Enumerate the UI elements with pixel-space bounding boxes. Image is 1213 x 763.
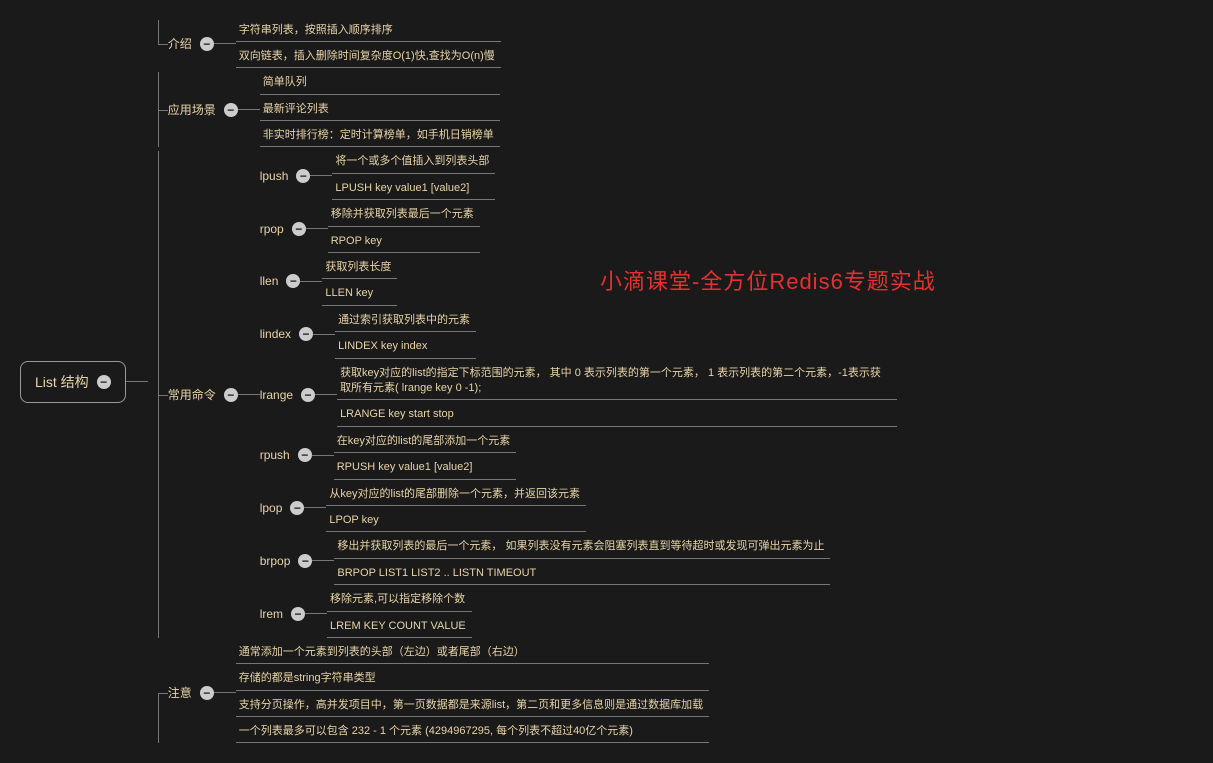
cmd-rpush: rpush 在key对应的list的尾部添加一个元素 RPUSH key val… [260, 431, 897, 480]
leaf-node: 一个列表最多可以包含 232 - 1 个元素 (4294967295, 每个列表… [236, 721, 709, 743]
mindmap-diagram: List 结构 介绍 字符串列表，按照插入顺序排序 双向链表，插入删除时间复杂度… [20, 20, 1193, 743]
leaf-node: 字符串列表，按照插入顺序排序 [236, 20, 501, 42]
leaf-node: LREM KEY COUNT VALUE [327, 616, 472, 638]
leaf-node: RPOP key [328, 231, 480, 253]
scenes-text: 应用场景 [168, 101, 216, 118]
root-label: List 结构 [35, 372, 89, 392]
collapse-icon[interactable] [200, 686, 214, 700]
cmd-lrem: lrem 移除元素,可以指定移除个数 LREM KEY COUNT VALUE [260, 589, 897, 638]
leaf-node: 移除并获取列表最后一个元素 [328, 204, 480, 226]
cmd-label[interactable]: lrem [260, 605, 305, 623]
cmd-label[interactable]: lrange [260, 386, 315, 404]
collapse-icon[interactable] [291, 607, 305, 621]
collapse-icon[interactable] [296, 169, 310, 183]
collapse-icon[interactable] [301, 388, 315, 402]
leaf-node: LLEN key [322, 283, 397, 305]
branch-commands: 常用命令 lpush 将一个或多个值插入到列表头部 LPUSH key valu… [148, 151, 897, 637]
cmd-label[interactable]: lpush [260, 167, 311, 185]
intro-text: 介绍 [168, 35, 192, 52]
leaf-node: LPOP key [326, 510, 586, 532]
branch-commands-label[interactable]: 常用命令 [168, 384, 238, 405]
branch-notes: 注意 通常添加一个元素到列表的头部（左边）或者尾部（右边） 存储的都是strin… [148, 642, 897, 744]
branch-intro: 介绍 字符串列表，按照插入顺序排序 双向链表，插入删除时间复杂度O(1)快,查找… [148, 20, 897, 69]
cmd-llen: llen 获取列表长度 LLEN key [260, 257, 897, 306]
leaf-node: 双向链表，插入删除时间复杂度O(1)快,查找为O(n)慢 [236, 46, 501, 68]
leaf-node: LINDEX key index [335, 336, 476, 358]
collapse-icon[interactable] [290, 501, 304, 515]
collapse-icon[interactable] [97, 375, 111, 389]
leaf-node: 获取列表长度 [322, 257, 397, 279]
branch-scenes: 应用场景 简单队列 最新评论列表 非实时排行榜：定时计算榜单，如手机日销榜单 [148, 72, 897, 147]
collapse-icon[interactable] [200, 37, 214, 51]
leaf-node: 非实时排行榜：定时计算榜单，如手机日销榜单 [260, 125, 500, 147]
leaf-node: 存储的都是string字符串类型 [236, 668, 709, 690]
leaf-node: LPUSH key value1 [value2] [332, 178, 495, 200]
leaf-node: BRPOP LIST1 LIST2 .. LISTN TIMEOUT [334, 563, 830, 585]
collapse-icon[interactable] [286, 274, 300, 288]
cmd-label[interactable]: lindex [260, 325, 313, 343]
collapse-icon[interactable] [298, 448, 312, 462]
cmd-lrange: lrange 获取key对应的list的指定下标范围的元素， 其中 0 表示列表… [260, 363, 897, 427]
leaf-node: 在key对应的list的尾部添加一个元素 [334, 431, 517, 453]
collapse-icon[interactable] [298, 554, 312, 568]
leaf-node: 简单队列 [260, 72, 500, 94]
branch-intro-label[interactable]: 介绍 [168, 33, 214, 54]
leaf-node: 移出并获取列表的最后一个元素， 如果列表没有元素会阻塞列表直到等待超时或发现可弹… [334, 536, 830, 558]
level1-column: 介绍 字符串列表，按照插入顺序排序 双向链表，插入删除时间复杂度O(1)快,查找… [148, 20, 897, 744]
branch-notes-label[interactable]: 注意 [168, 682, 214, 703]
leaf-node: 从key对应的list的尾部删除一个元素，并返回该元素 [326, 484, 586, 506]
commands-text: 常用命令 [168, 386, 216, 403]
collapse-icon[interactable] [299, 327, 313, 341]
leaf-node: 支持分页操作，高并发项目中，第一页数据都是来源list，第二页和更多信息则是通过… [236, 695, 709, 717]
cmd-label[interactable]: lpop [260, 499, 305, 517]
collapse-icon[interactable] [224, 103, 238, 117]
notes-text: 注意 [168, 684, 192, 701]
cmd-label[interactable]: llen [260, 272, 301, 290]
cmd-lpop: lpop 从key对应的list的尾部删除一个元素，并返回该元素 LPOP ke… [260, 484, 897, 533]
leaf-node: 移除元素,可以指定移除个数 [327, 589, 472, 611]
cmd-brpop: brpop 移出并获取列表的最后一个元素， 如果列表没有元素会阻塞列表直到等待超… [260, 536, 897, 585]
cmd-rpop: rpop 移除并获取列表最后一个元素 RPOP key [260, 204, 897, 253]
cmd-label[interactable]: brpop [260, 552, 313, 570]
cmd-lpush: lpush 将一个或多个值插入到列表头部 LPUSH key value1 [v… [260, 151, 897, 200]
leaf-node: 将一个或多个值插入到列表头部 [332, 151, 495, 173]
leaf-node: 获取key对应的list的指定下标范围的元素， 其中 0 表示列表的第一个元素，… [337, 363, 897, 401]
leaf-node: LRANGE key start stop [337, 404, 897, 426]
collapse-icon[interactable] [224, 388, 238, 402]
leaf-node: 通过索引获取列表中的元素 [335, 310, 476, 332]
root-node[interactable]: List 结构 [20, 361, 126, 403]
cmd-lindex: lindex 通过索引获取列表中的元素 LINDEX key index [260, 310, 897, 359]
leaf-node: RPUSH key value1 [value2] [334, 457, 517, 479]
commands-list: lpush 将一个或多个值插入到列表头部 LPUSH key value1 [v… [260, 151, 897, 637]
leaf-node: 最新评论列表 [260, 99, 500, 121]
cmd-label[interactable]: rpush [260, 446, 312, 464]
collapse-icon[interactable] [292, 222, 306, 236]
cmd-label[interactable]: rpop [260, 220, 306, 238]
leaf-node: 通常添加一个元素到列表的头部（左边）或者尾部（右边） [236, 642, 709, 664]
connector-line [126, 381, 148, 382]
branch-scenes-label[interactable]: 应用场景 [168, 99, 238, 120]
